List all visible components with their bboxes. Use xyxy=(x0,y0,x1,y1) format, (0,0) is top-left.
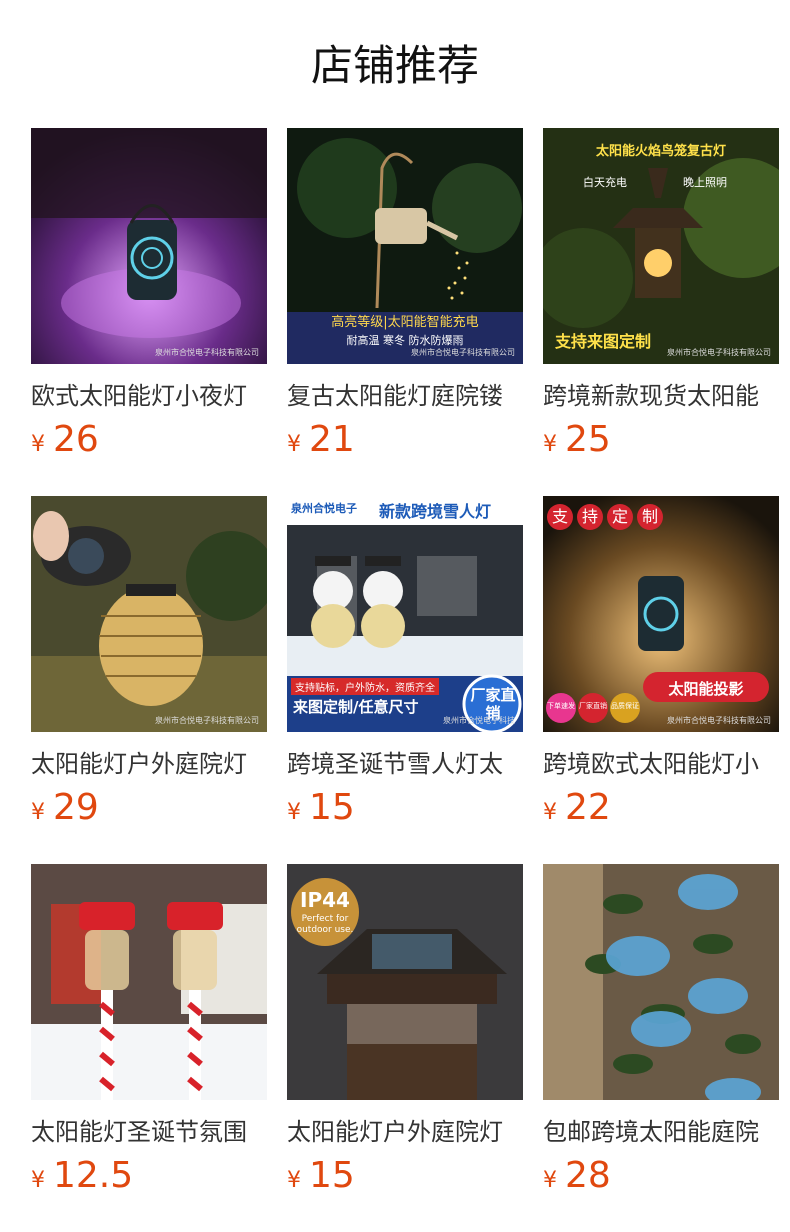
product-price: ¥25 xyxy=(543,418,779,468)
price-value: 21 xyxy=(309,419,355,460)
watermark: 泉州市合悦电子科技 xyxy=(443,716,515,725)
product-image[interactable] xyxy=(31,864,267,1100)
product-name[interactable]: 太阳能灯户外庭院灯 xyxy=(287,1116,523,1148)
overlay-custom-label: 支持来图定制 xyxy=(555,332,652,351)
currency-symbol: ¥ xyxy=(543,432,557,457)
badge-char: 持 xyxy=(577,504,603,530)
product-card[interactable]: 泉州合悦电子 新款跨境雪人灯 支持贴标，户外防水，资质齐全 来图定制/任意尺寸 … xyxy=(287,496,523,836)
overlay-fast-ship: 下单速发 xyxy=(547,702,575,710)
overlay-quality: 品质保证 xyxy=(611,702,639,710)
product-image[interactable]: 太阳能火焰鸟笼复古灯 白天充电 晚上照明 支持来图定制 泉州市合悦电子科技有限公… xyxy=(543,128,779,364)
currency-symbol: ¥ xyxy=(287,800,301,825)
product-card[interactable]: 泉州市合悦电子科技有限公司 欧式太阳能灯小夜灯 ¥26 xyxy=(31,128,267,468)
currency-symbol: ¥ xyxy=(31,1168,45,1193)
price-value: 28 xyxy=(565,1155,611,1196)
watermark: 泉州市合悦电子科技有限公司 xyxy=(411,348,515,357)
product-price: ¥26 xyxy=(31,418,267,468)
product-card[interactable]: 支持定制 太阳能投影 下单速发 厂家直销 品质保证 泉州市合悦电子科技有限公司 … xyxy=(543,496,779,836)
product-image[interactable]: 高亮等级|太阳能智能充电 耐高温 寒冬 防水防爆雨 泉州市合悦电子科技有限公司 xyxy=(287,128,523,364)
product-card[interactable]: 泉州市合悦电子科技有限公司 太阳能灯户外庭院灯 ¥29 xyxy=(31,496,267,836)
watermark: 泉州市合悦电子科技有限公司 xyxy=(155,716,259,725)
product-name[interactable]: 跨境圣诞节雪人灯太 xyxy=(287,748,523,780)
price-value: 29 xyxy=(53,787,99,828)
product-name[interactable]: 太阳能灯户外庭院灯 xyxy=(31,748,267,780)
watermark: 泉州市合悦电子科技有限公司 xyxy=(667,716,771,725)
overlay-title: 太阳能火焰鸟笼复古灯 xyxy=(595,144,726,159)
overlay-title: 新款跨境雪人灯 xyxy=(379,502,492,521)
currency-symbol: ¥ xyxy=(31,800,45,825)
product-image[interactable]: 泉州市合悦电子科技有限公司 xyxy=(31,128,267,364)
overlay-title: 高亮等级|太阳能智能充电 xyxy=(331,315,479,330)
product-price: ¥29 xyxy=(31,786,267,836)
product-price: ¥12.5 xyxy=(31,1154,267,1204)
page-title: 店铺推荐 xyxy=(310,41,479,90)
overlay-light-label: 晚上照明 xyxy=(683,176,727,189)
currency-symbol: ¥ xyxy=(287,432,301,457)
overlay-factory: 厂家直销 xyxy=(579,702,607,710)
product-name[interactable]: 欧式太阳能灯小夜灯 xyxy=(31,380,267,412)
product-card[interactable]: 太阳能火焰鸟笼复古灯 白天充电 晚上照明 支持来图定制 泉州市合悦电子科技有限公… xyxy=(543,128,779,468)
price-value: 25 xyxy=(565,419,611,460)
product-price: ¥15 xyxy=(287,786,523,836)
product-price: ¥28 xyxy=(543,1154,779,1204)
product-image[interactable]: IP44 Perfect for outdoor use. xyxy=(287,864,523,1100)
product-name[interactable]: 太阳能灯圣诞节氛围 xyxy=(31,1116,267,1148)
ip-rating: IP44 xyxy=(300,888,350,912)
badge-char: 支 xyxy=(547,504,573,530)
currency-symbol: ¥ xyxy=(287,1168,301,1193)
currency-symbol: ¥ xyxy=(543,1168,557,1193)
product-image[interactable] xyxy=(543,864,779,1100)
currency-symbol: ¥ xyxy=(543,800,557,825)
price-value: 12.5 xyxy=(53,1155,134,1196)
product-card[interactable]: 太阳能灯圣诞节氛围 ¥12.5 xyxy=(31,864,267,1204)
product-image[interactable]: 支持定制 太阳能投影 下单速发 厂家直销 品质保证 泉州市合悦电子科技有限公司 xyxy=(543,496,779,732)
overlay-charge-label: 白天充电 xyxy=(583,176,627,189)
product-price: ¥22 xyxy=(543,786,779,836)
outdoor-note: Perfect for outdoor use. xyxy=(296,914,354,935)
watermark: 泉州市合悦电子科技有限公司 xyxy=(667,348,771,357)
price-value: 15 xyxy=(309,787,355,828)
price-value: 15 xyxy=(309,1155,355,1196)
product-name[interactable]: 跨境欧式太阳能灯小 xyxy=(543,748,779,780)
overlay-feature-label: 支持贴标，户外防水，资质齐全 xyxy=(291,678,439,695)
product-image[interactable]: 泉州合悦电子 新款跨境雪人灯 支持贴标，户外防水，资质齐全 来图定制/任意尺寸 … xyxy=(287,496,523,732)
product-price: ¥21 xyxy=(287,418,523,468)
product-price: ¥15 xyxy=(287,1154,523,1204)
overlay-custom-label: 来图定制/任意尺寸 xyxy=(293,698,419,716)
product-name[interactable]: 复古太阳能灯庭院镂 xyxy=(287,380,523,412)
price-value: 26 xyxy=(53,419,99,460)
overlay-brand: 泉州合悦电子 xyxy=(291,502,357,515)
currency-symbol: ¥ xyxy=(31,432,45,457)
badge-char: 定 xyxy=(607,504,633,530)
badge-char: 制 xyxy=(637,504,663,530)
product-name[interactable]: 跨境新款现货太阳能 xyxy=(543,380,779,412)
product-card[interactable]: IP44 Perfect for outdoor use. 太阳能灯户外庭院灯 … xyxy=(287,864,523,1204)
product-name[interactable]: 包邮跨境太阳能庭院 xyxy=(543,1116,779,1148)
product-card[interactable]: 包邮跨境太阳能庭院 ¥28 xyxy=(543,864,779,1204)
overlay-title: 太阳能投影 xyxy=(668,680,744,698)
price-value: 22 xyxy=(565,787,611,828)
product-card[interactable]: 高亮等级|太阳能智能充电 耐高温 寒冬 防水防爆雨 泉州市合悦电子科技有限公司 … xyxy=(287,128,523,468)
product-image[interactable]: 泉州市合悦电子科技有限公司 xyxy=(31,496,267,732)
watermark: 泉州市合悦电子科技有限公司 xyxy=(155,348,259,357)
custom-badges: 支持定制 xyxy=(547,504,663,530)
